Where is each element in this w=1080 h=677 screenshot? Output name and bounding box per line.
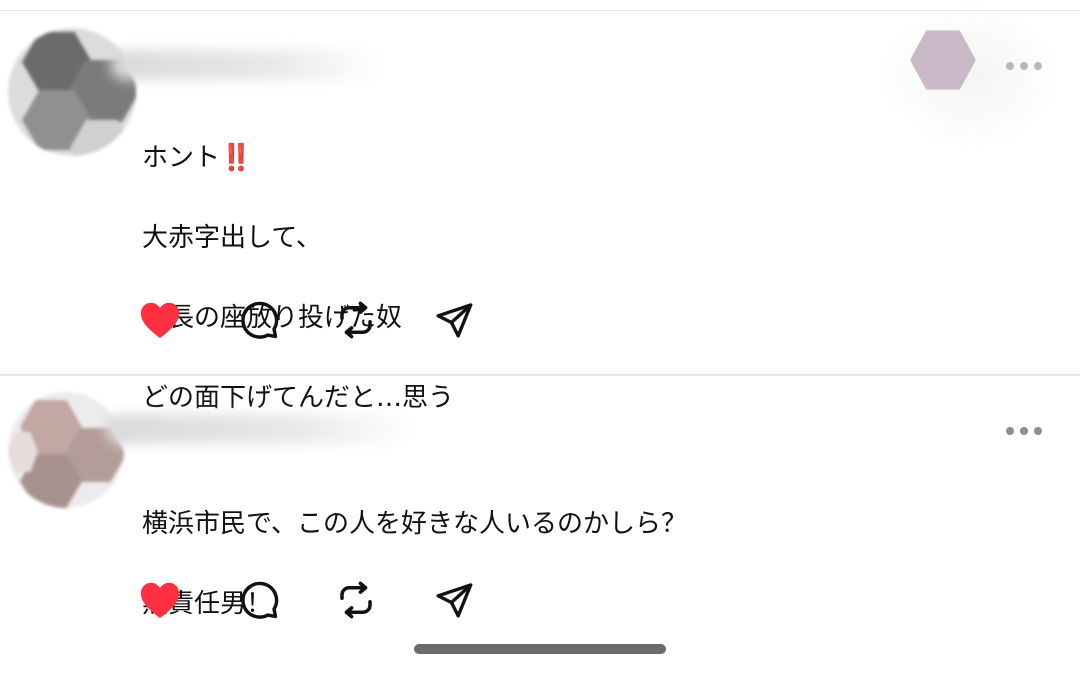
share-button[interactable] <box>432 298 476 342</box>
comment-icon <box>241 301 279 339</box>
heart-icon <box>140 302 180 339</box>
heart-icon <box>140 582 180 619</box>
share-button[interactable] <box>432 578 476 622</box>
post: ホント‼️ 大赤字出して、 市長の座放り投げた奴 どの面下げてんだと…思う <box>0 0 1080 413</box>
post-text-line: 横浜市民で、この人を好きな人いるのかしら？ <box>142 509 687 539</box>
post: 横浜市民で、この人を好きな人いるのかしら？ 無責任男！ <box>0 376 1080 677</box>
username-redacted[interactable] <box>105 414 415 444</box>
action-bar <box>138 298 498 342</box>
like-button[interactable] <box>138 298 182 342</box>
post-text: 横浜市民で、この人を好きな人いるのかしら？ 無責任男！ <box>142 464 687 664</box>
home-indicator[interactable] <box>414 644 666 654</box>
reply-button[interactable] <box>237 298 281 342</box>
post-text-line: 大赤字出して、 <box>142 223 322 253</box>
more-options-icon[interactable] <box>1006 423 1042 439</box>
redacted-area <box>880 0 1060 150</box>
avatar[interactable] <box>8 392 124 508</box>
repost-button[interactable] <box>334 298 378 342</box>
reply-button[interactable] <box>237 578 281 622</box>
comment-icon <box>241 581 279 619</box>
username-redacted[interactable] <box>110 50 380 80</box>
avatar[interactable] <box>8 28 136 156</box>
action-bar <box>138 578 498 622</box>
more-options-icon[interactable] <box>1006 58 1042 74</box>
repost-icon <box>340 301 372 339</box>
repost-button[interactable] <box>334 578 378 622</box>
repost-icon <box>340 581 372 619</box>
double-exclamation-emoji: ‼️ <box>220 143 252 173</box>
post-text-line: ホント‼️ <box>142 143 252 173</box>
send-icon <box>436 583 473 618</box>
like-button[interactable] <box>138 578 182 622</box>
send-icon <box>436 303 473 338</box>
